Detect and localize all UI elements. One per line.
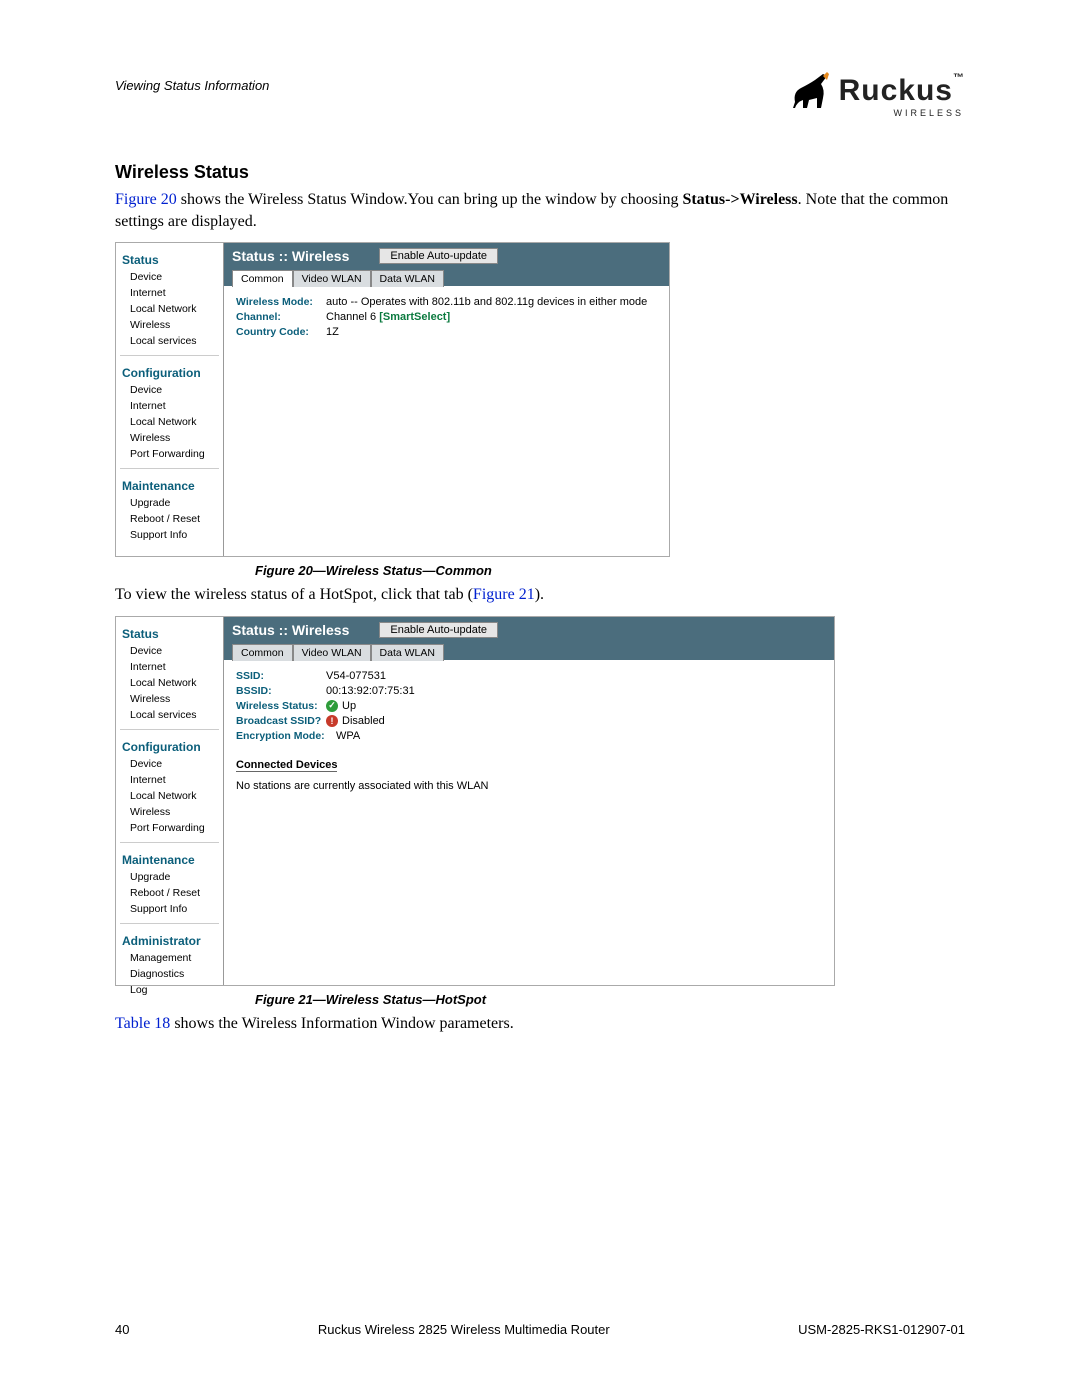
connected-devices-header: Connected Devices	[236, 759, 337, 772]
page-number: 40	[115, 1322, 129, 1337]
smartselect-tag: [SmartSelect]	[379, 311, 450, 323]
kv-key: Channel:	[236, 311, 326, 323]
kv-key: Wireless Status:	[236, 700, 326, 712]
section-title: Wireless Status	[115, 162, 965, 183]
sidebar-maint-title: Maintenance	[116, 475, 223, 495]
kv-val: ✓Up	[326, 700, 356, 712]
sidebar-maint-title: Maintenance	[116, 849, 223, 869]
sidebar-item[interactable]: Internet	[116, 398, 223, 414]
connected-devices-msg: No stations are currently associated wit…	[236, 780, 822, 792]
content-body: SSID: V54-077531 BSSID: 00:13:92:07:75:3…	[224, 660, 834, 802]
sidebar-item[interactable]: Local Network	[116, 788, 223, 804]
sidebar-item[interactable]: Device	[116, 756, 223, 772]
kv-key: Wireless Mode:	[236, 296, 326, 308]
footer-docid: USM-2825-RKS1-012907-01	[798, 1322, 965, 1337]
brand-name: Ruckus™ WIRELESS	[839, 74, 965, 108]
sidebar-item[interactable]: Wireless	[116, 430, 223, 446]
sidebar-item[interactable]: Device	[116, 382, 223, 398]
figure-20-screenshot: Status Device Internet Local Network Wir…	[115, 242, 670, 557]
tab-row: Common Video WLAN Data WLAN	[224, 269, 669, 286]
sidebar-item[interactable]: Support Info	[116, 527, 223, 543]
sidebar-admin-title: Administrator	[116, 930, 223, 950]
sidebar-item[interactable]: Wireless	[116, 804, 223, 820]
intro-paragraph-3: Table 18 shows the Wireless Information …	[115, 1013, 965, 1035]
tab-video-wlan[interactable]: Video WLAN	[293, 644, 371, 661]
tab-common[interactable]: Common	[232, 270, 293, 287]
kv-key: SSID:	[236, 670, 326, 682]
sidebar-item[interactable]: Upgrade	[116, 869, 223, 885]
tab-common[interactable]: Common	[232, 644, 293, 661]
content-body: Wireless Mode: auto -- Operates with 802…	[224, 286, 669, 351]
tab-data-wlan[interactable]: Data WLAN	[371, 644, 444, 661]
sidebar-item[interactable]: Management	[116, 950, 223, 966]
sidebar-item[interactable]: Port Forwarding	[116, 820, 223, 836]
sidebar-item[interactable]: Diagnostics	[116, 966, 223, 982]
running-head: Viewing Status Information	[115, 78, 269, 93]
kv-key: Encryption Mode:	[236, 730, 336, 742]
kv-val: 1Z	[326, 326, 339, 338]
sidebar-fig21: Status Device Internet Local Network Wir…	[116, 617, 224, 985]
sidebar-item[interactable]: Reboot / Reset	[116, 511, 223, 527]
status-disabled-icon: !	[326, 715, 338, 727]
tab-data-wlan[interactable]: Data WLAN	[371, 270, 444, 287]
figure-20-caption: Figure 20—Wireless Status—Common	[115, 563, 965, 578]
page-header: Viewing Status Information Ruckus™ WIREL…	[115, 70, 965, 112]
sidebar-item[interactable]: Internet	[116, 285, 223, 301]
sidebar-item[interactable]: Wireless	[116, 691, 223, 707]
sidebar-item[interactable]: Device	[116, 643, 223, 659]
kv-val: auto -- Operates with 802.11b and 802.11…	[326, 296, 647, 308]
figure-21-link[interactable]: Figure 21	[473, 586, 535, 603]
tab-video-wlan[interactable]: Video WLAN	[293, 270, 371, 287]
sidebar-item[interactable]: Wireless	[116, 317, 223, 333]
sidebar-item[interactable]: Log	[116, 982, 223, 998]
sidebar-item[interactable]: Support Info	[116, 901, 223, 917]
sidebar-item[interactable]: Local Network	[116, 414, 223, 430]
auto-update-button[interactable]: Enable Auto-update	[379, 248, 498, 264]
figure-21-caption: Figure 21—Wireless Status—HotSpot	[115, 992, 965, 1007]
figure-20-link[interactable]: Figure 20	[115, 191, 177, 208]
sidebar-item[interactable]: Internet	[116, 659, 223, 675]
kv-val: Channel 6 [SmartSelect]	[326, 311, 450, 323]
intro-paragraph-1: Figure 20 shows the Wireless Status Wind…	[115, 189, 965, 232]
kv-val: WPA	[336, 730, 360, 742]
sidebar-item[interactable]: Port Forwarding	[116, 446, 223, 462]
sidebar-fig20: Status Device Internet Local Network Wir…	[116, 243, 224, 556]
sidebar-item[interactable]: Internet	[116, 772, 223, 788]
sidebar-item[interactable]: Upgrade	[116, 495, 223, 511]
sidebar-item[interactable]: Local Network	[116, 675, 223, 691]
footer-center: Ruckus Wireless 2825 Wireless Multimedia…	[318, 1322, 610, 1337]
kv-val: 00:13:92:07:75:31	[326, 685, 415, 697]
tab-row: Common Video WLAN Data WLAN	[224, 643, 834, 660]
figure-21-screenshot: Status Device Internet Local Network Wir…	[115, 616, 835, 986]
sidebar-config-title: Configuration	[116, 736, 223, 756]
brand-logo: Ruckus™ WIRELESS	[787, 70, 965, 112]
ruckus-dog-icon	[787, 70, 833, 112]
content-fig21: Status :: Wireless Enable Auto-update Co…	[224, 617, 834, 985]
panel-title: Status :: Wireless	[232, 622, 349, 638]
sidebar-item[interactable]: Reboot / Reset	[116, 885, 223, 901]
brand-subtitle: WIRELESS	[893, 108, 964, 118]
page-footer: 40 Ruckus Wireless 2825 Wireless Multime…	[115, 1322, 965, 1337]
title-bar: Status :: Wireless Enable Auto-update	[224, 617, 834, 643]
sidebar-config-title: Configuration	[116, 362, 223, 382]
content-fig20: Status :: Wireless Enable Auto-update Co…	[224, 243, 669, 556]
kv-val: V54-077531	[326, 670, 386, 682]
table-18-link[interactable]: Table 18	[115, 1015, 170, 1032]
sidebar-item[interactable]: Device	[116, 269, 223, 285]
title-bar: Status :: Wireless Enable Auto-update	[224, 243, 669, 269]
sidebar-item[interactable]: Local services	[116, 333, 223, 349]
kv-key: Country Code:	[236, 326, 326, 338]
auto-update-button[interactable]: Enable Auto-update	[379, 622, 498, 638]
kv-key: Broadcast SSID?	[236, 715, 326, 727]
sidebar-status-title: Status	[116, 249, 223, 269]
panel-title: Status :: Wireless	[232, 248, 349, 264]
kv-key: BSSID:	[236, 685, 326, 697]
sidebar-item[interactable]: Local services	[116, 707, 223, 723]
sidebar-status-title: Status	[116, 623, 223, 643]
status-up-icon: ✓	[326, 700, 338, 712]
sidebar-item[interactable]: Local Network	[116, 301, 223, 317]
kv-val: !Disabled	[326, 715, 385, 727]
intro-paragraph-2: To view the wireless status of a HotSpot…	[115, 584, 965, 606]
